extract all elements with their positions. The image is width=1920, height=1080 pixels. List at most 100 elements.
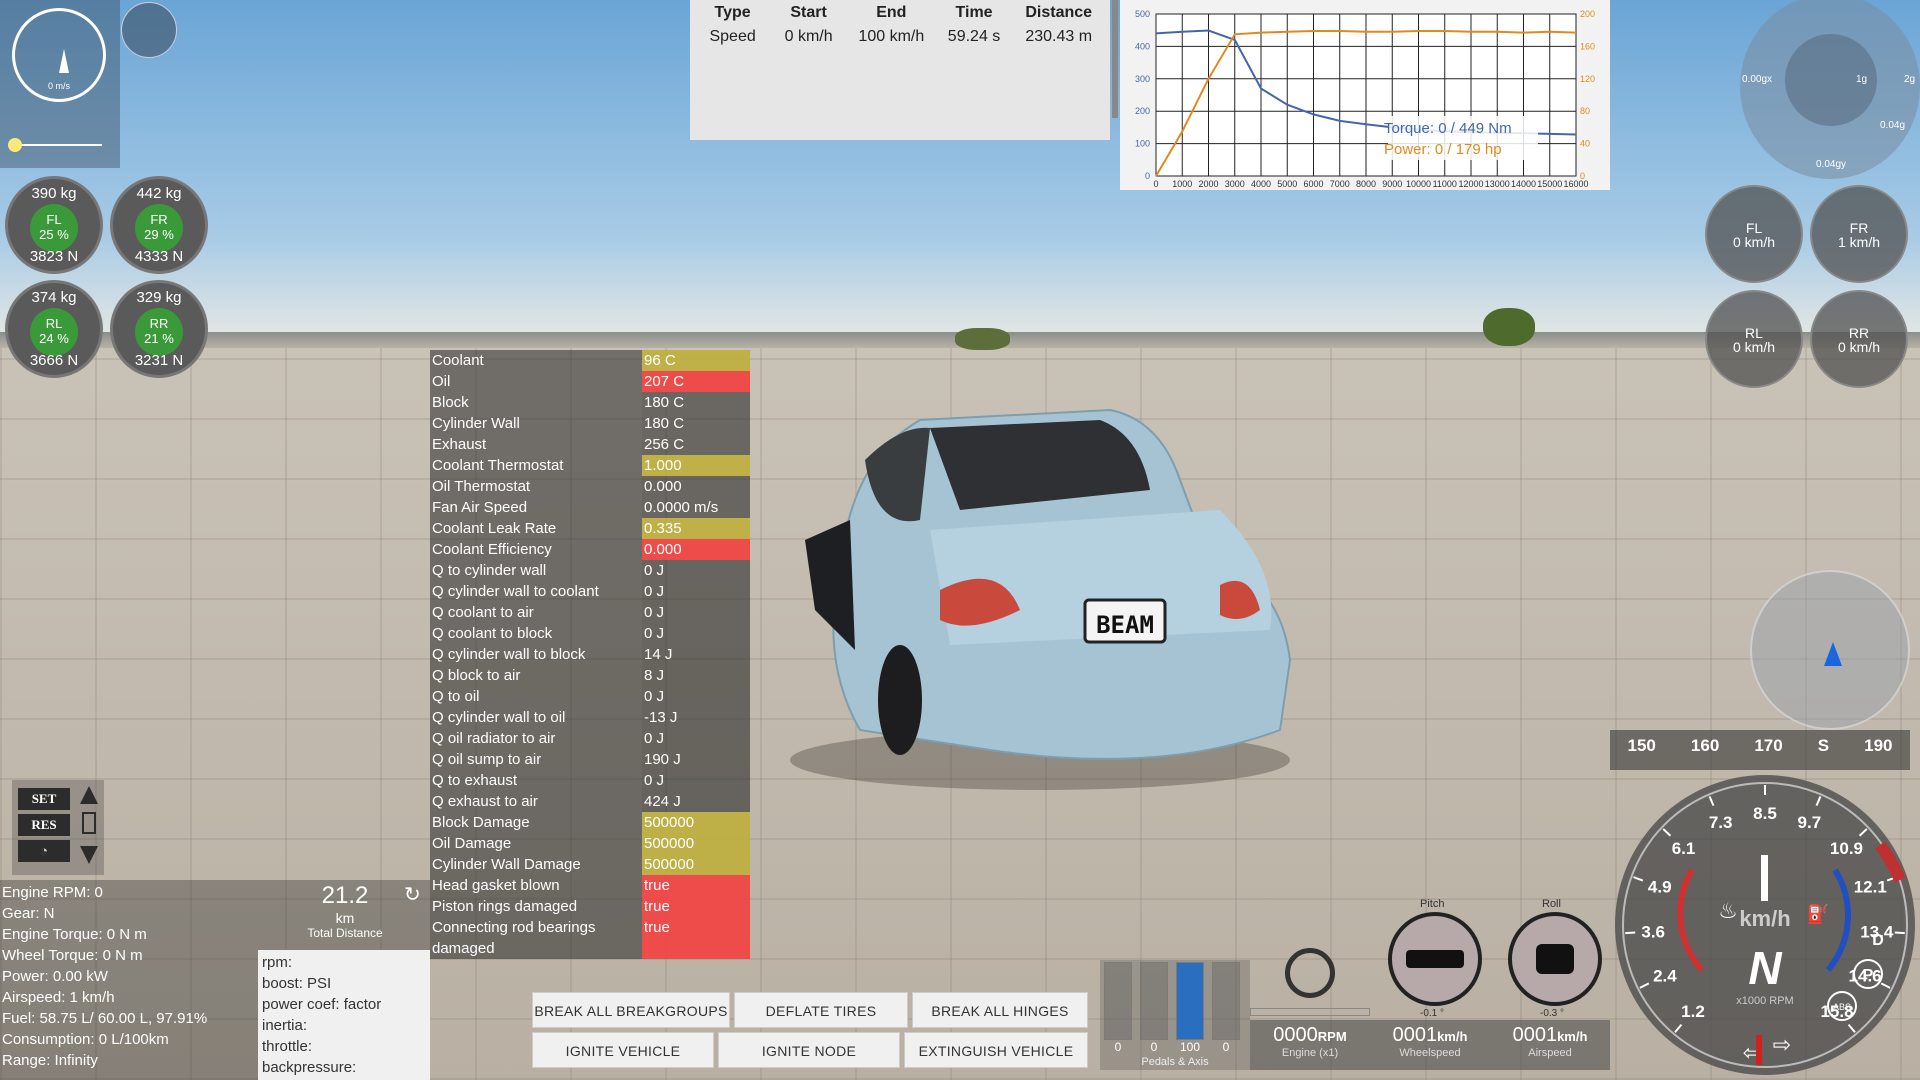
extinguish-vehicle-button[interactable]: EXTINGUISH VEHICLE <box>904 1032 1088 1068</box>
row-value: 424 J <box>642 791 750 812</box>
table-row: Coolant Thermostat 1.000 <box>430 455 750 476</box>
table-row: Q block to air 8 J <box>430 665 750 686</box>
gforce-meter: 0.00gx 1g 2g 0.04g 0.04gy <box>1740 0 1920 179</box>
table-row: Oil 207 C <box>430 371 750 392</box>
cruise-down-icon[interactable] <box>80 846 98 864</box>
row-value: 0.000 <box>642 476 750 497</box>
vehicle-stats-panel: Engine RPM: 0 Gear: N Engine Torque: 0 N m… <box>0 880 260 1080</box>
thermal-debug-table: Coolant 96 C Oil 207 C Block 180 C Cylinder Wa… <box>430 350 750 959</box>
compass-tick: S <box>1817 736 1830 755</box>
turn-right-icon: ⇨ <box>1773 1032 1791 1057</box>
steering-wheel-icon <box>1285 948 1335 998</box>
row-value: 0 J <box>642 602 750 623</box>
steering-bar <box>1250 1008 1370 1016</box>
wheel-load-rl: 374 kg RL 24 % 3666 N <box>5 280 103 378</box>
x-tick-label: 8000 <box>1356 179 1376 189</box>
wheel-load-badge: FL 25 % <box>30 204 78 252</box>
wheel-speed-value: 0 km/h <box>1837 339 1880 355</box>
tacho-tick-label: 7.3 <box>1709 813 1733 832</box>
ignite-vehicle-button[interactable]: IGNITE VEHICLE <box>532 1032 714 1068</box>
x-tick-label: 12000 <box>1458 179 1483 189</box>
stat-line: Wheel Torque: 0 N m <box>2 947 143 964</box>
tacho-needle <box>1761 855 1768 901</box>
readout-line: 0001km/h <box>1490 1024 1610 1047</box>
row-value: 0.0000 m/s <box>642 497 750 518</box>
row-value: 256 C <box>642 434 750 455</box>
player-arrow-icon <box>1824 642 1842 666</box>
wheel-id: FL <box>46 212 62 227</box>
accel-value-3: 59.24 s <box>947 28 1001 45</box>
cruise-up-icon[interactable] <box>80 786 98 804</box>
tacho-tick-label: 1.2 <box>1681 1002 1705 1021</box>
table-row: Head gasket blown true <box>430 875 750 896</box>
tacho-tick-label: 8.5 <box>1753 804 1777 823</box>
roll-indicator <box>1508 912 1602 1006</box>
row-key: Connecting rod bearings <box>430 917 642 938</box>
row-value: 207 C <box>642 371 750 392</box>
cruise-toggle-icon[interactable]: ◔ <box>18 840 70 862</box>
park-label: P <box>1863 967 1874 984</box>
gear-indicator: N <box>1748 942 1782 994</box>
wheel-id: RR <box>149 316 169 331</box>
row-value: 0 J <box>642 560 750 581</box>
compass-tick: 190 <box>1864 736 1893 755</box>
wheel-speed-rr: RR 0 km/h <box>1810 290 1908 388</box>
y-right-tick-label: 80 <box>1580 106 1590 116</box>
row-key: Cylinder Wall <box>430 413 642 434</box>
panel-scrollbar[interactable] <box>1112 0 1118 118</box>
speed-gauge-panel: 0 m/s <box>0 0 120 168</box>
engine-info-line: boost: PSI <box>262 975 332 992</box>
row-value: 180 C <box>642 413 750 434</box>
roll-value: -0.3 ° <box>1540 1008 1565 1019</box>
vehicle-car[interactable]: BEAM <box>780 400 1300 790</box>
speed-slider-track <box>12 144 102 146</box>
wheel-mass: 374 kg <box>31 289 77 306</box>
pedal-value: 0 <box>1150 1040 1158 1054</box>
readout-value: 0001 <box>1512 1024 1558 1046</box>
abs-label: ABS <box>1833 1002 1851 1012</box>
compass-tick: 150 <box>1627 736 1656 755</box>
readout-unit: km/h <box>1437 1029 1468 1044</box>
break-all-breakgroups-button[interactable]: BREAK ALL BREAKGROUPS <box>532 992 730 1028</box>
wheel-mass: 329 kg <box>136 289 182 306</box>
x-tick-label: 4000 <box>1251 179 1271 189</box>
readout-value: 0000 <box>1273 1024 1318 1046</box>
row-key: Cylinder Wall Damage <box>430 854 642 875</box>
row-value: 500000 <box>642 833 750 854</box>
stat-line: Power: 0.00 kW <box>2 968 108 985</box>
accel-header-4: Distance <box>1025 4 1093 21</box>
cruise-set-button[interactable]: SET <box>18 788 70 810</box>
row-value: 0.335 <box>642 518 750 539</box>
speed-label: 0 m/s <box>47 81 70 91</box>
wheel-percent: 24 % <box>39 331 69 346</box>
roll-car-icon <box>1536 944 1574 974</box>
stat-line: Range: Infinity <box>2 1052 98 1069</box>
break-all-hinges-button[interactable]: BREAK ALL HINGES <box>912 992 1088 1028</box>
pedal-bar <box>1104 962 1132 1040</box>
table-row: Q to exhaust 0 J <box>430 770 750 791</box>
wheel-speed-fr: FR 1 km/h <box>1810 185 1908 283</box>
accel-header-2: End <box>876 4 907 21</box>
table-row: Q cylinder wall to block 14 J <box>430 644 750 665</box>
row-key: Q coolant to block <box>430 623 642 644</box>
y-left-tick-label: 100 <box>1135 139 1150 149</box>
tacho-tick-label: 6.1 <box>1672 839 1696 858</box>
x-tick-label: 6000 <box>1303 179 1323 189</box>
x-tick-label: 15000 <box>1537 179 1562 189</box>
pedals-panel: 0 0 100 0 Pedals & Axis <box>1100 960 1250 1070</box>
pedals-label: Pedals & Axis <box>1141 1056 1209 1068</box>
reset-distance-icon[interactable]: ↻ <box>404 882 421 907</box>
x-tick-label: 3000 <box>1225 179 1245 189</box>
gforce-y1-label: 0.04g <box>1880 120 1906 131</box>
coolant-temp-icon: ♨ <box>1718 898 1738 923</box>
deflate-tires-button[interactable]: DEFLATE TIRES <box>734 992 908 1028</box>
speed-slider-knob[interactable] <box>8 138 22 152</box>
cruise-res-button[interactable]: RES <box>18 814 70 836</box>
ignite-node-button[interactable]: IGNITE NODE <box>718 1032 900 1068</box>
compass-tape: 150 160 170 S 190 <box>1610 730 1910 770</box>
wheel-percent: 25 % <box>39 227 69 242</box>
x-tick-label: 14000 <box>1511 179 1536 189</box>
wheel-speed-id: RR <box>1848 325 1870 341</box>
wheel-load-badge: RL 24 % <box>30 308 78 356</box>
minimap[interactable] <box>1750 570 1910 730</box>
